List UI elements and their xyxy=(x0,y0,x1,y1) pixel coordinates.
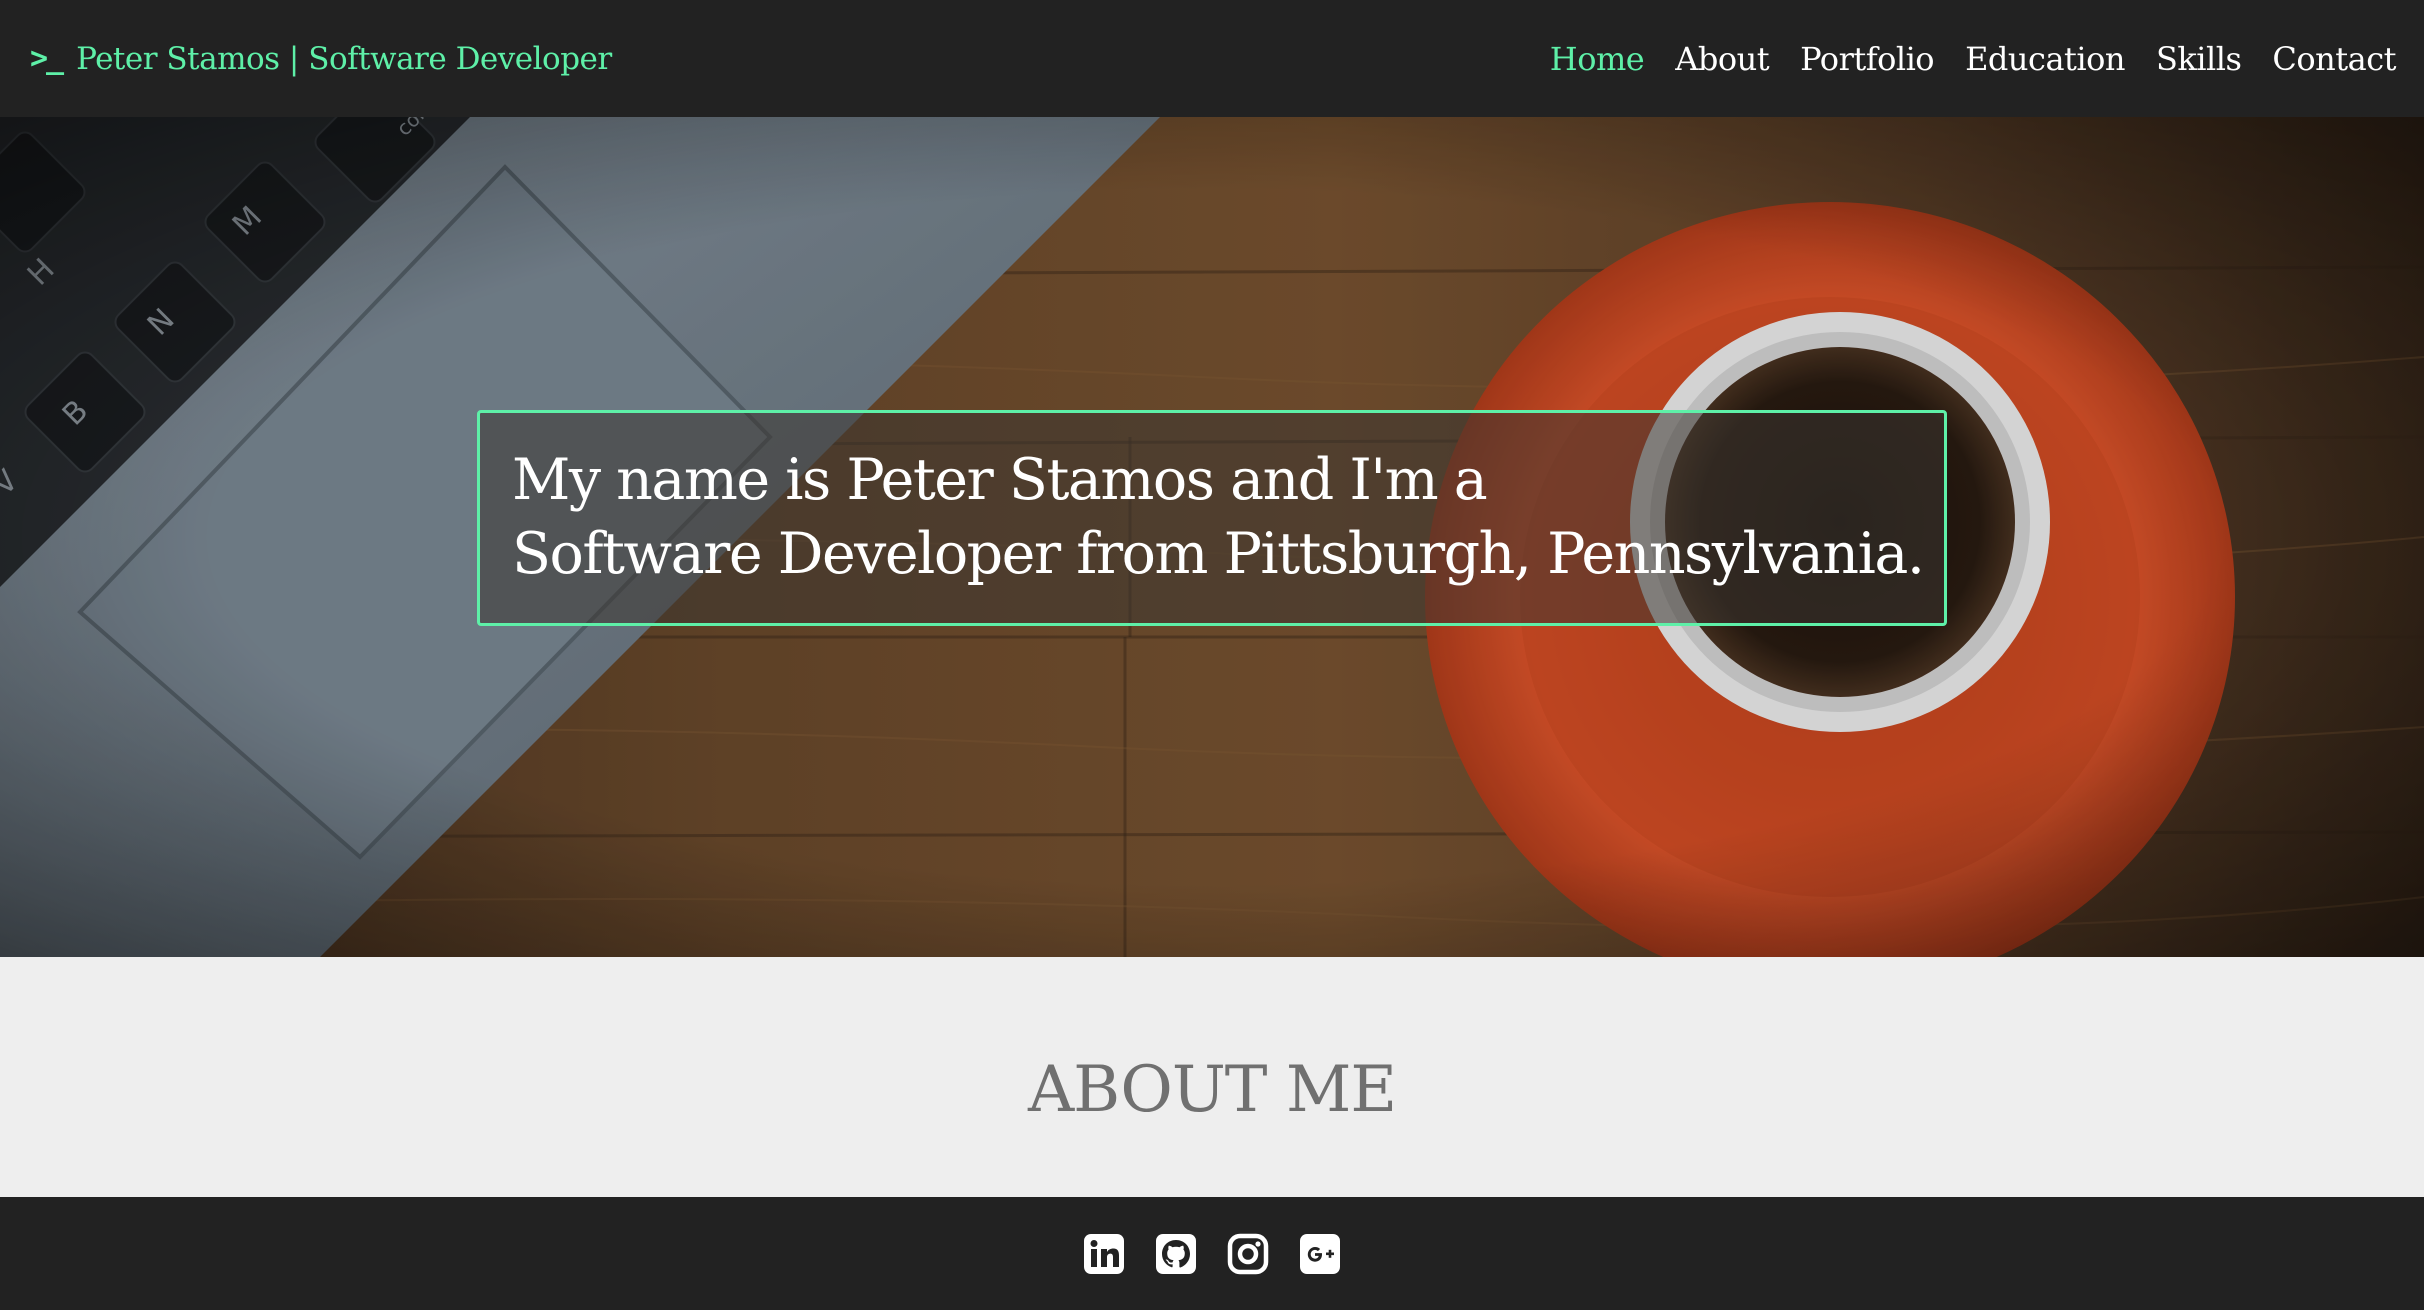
linkedin-icon[interactable] xyxy=(1083,1233,1125,1275)
hero-headline-line-1: My name is Peter Stamos and I'm a xyxy=(512,447,1488,513)
nav-link-portfolio[interactable]: Portfolio xyxy=(1800,40,1935,78)
github-icon[interactable] xyxy=(1155,1233,1197,1275)
brand-link[interactable]: >_ Peter Stamos | Software Developer xyxy=(30,41,612,77)
nav-link-education[interactable]: Education xyxy=(1965,40,2125,78)
footer xyxy=(0,1197,2424,1310)
nav-link-contact[interactable]: Contact xyxy=(2272,40,2396,78)
nav-link-skills[interactable]: Skills xyxy=(2156,40,2242,78)
nav-link-about[interactable]: About xyxy=(1675,40,1769,78)
hero-caption-box: My name is Peter Stamos and I'm a Softwa… xyxy=(477,410,1947,626)
about-heading: ABOUT ME xyxy=(1027,1053,1397,1127)
google-plus-icon[interactable] xyxy=(1299,1233,1341,1275)
hero-headline-line-2: Software Developer from Pittsburgh, Penn… xyxy=(512,521,1925,587)
brand-title: Peter Stamos | Software Developer xyxy=(76,40,612,77)
about-section: ABOUT ME xyxy=(0,957,2424,1197)
hero-section: H N M B V com My name is Peter Stamos an… xyxy=(0,117,2424,957)
navbar: >_ Peter Stamos | Software Developer Hom… xyxy=(0,0,2424,117)
nav-link-home[interactable]: Home xyxy=(1550,40,1645,78)
terminal-prompt-icon: >_ xyxy=(30,41,64,76)
nav-links: Home About Portfolio Education Skills Co… xyxy=(1519,40,2397,78)
instagram-icon[interactable] xyxy=(1227,1233,1269,1275)
